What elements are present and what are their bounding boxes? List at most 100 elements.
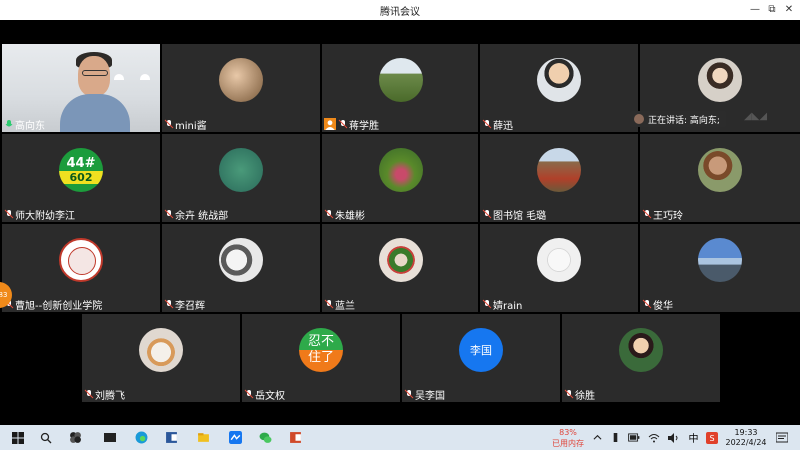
participant-name: 蒋学胜 bbox=[349, 120, 379, 132]
participant-namebar: 高向东 bbox=[4, 117, 45, 132]
participant-tile[interactable]: 刘腾飞 bbox=[82, 314, 240, 402]
avatar-photo bbox=[219, 238, 263, 282]
clock-date[interactable]: 2022/4/24 bbox=[720, 438, 772, 447]
volume-icon[interactable] bbox=[666, 430, 681, 445]
battery-icon[interactable] bbox=[626, 430, 641, 445]
mic-muted-icon bbox=[642, 209, 652, 219]
participant-tile[interactable]: 蓝兰 bbox=[322, 224, 478, 312]
avatar-text-bottom: 住了 bbox=[307, 350, 334, 365]
participant-tile[interactable]: 李召辉 bbox=[162, 224, 320, 312]
participant-name: 薛迅 bbox=[493, 120, 513, 132]
mic-muted-icon bbox=[4, 209, 14, 219]
participant-namebar: 徐胜 bbox=[564, 387, 595, 402]
windows-start-icon[interactable] bbox=[10, 430, 25, 445]
participant-namebar: 蒋学胜 bbox=[324, 117, 379, 132]
clock-time[interactable]: 19:33 bbox=[726, 428, 766, 437]
mic-muted-icon bbox=[324, 299, 334, 309]
avatar-text-top: 忍不 bbox=[307, 334, 334, 349]
participant-tile[interactable]: 余卉 统战部 bbox=[162, 134, 320, 222]
avatar-photo bbox=[698, 238, 742, 282]
avatar-photo bbox=[537, 148, 581, 192]
ime-indicator[interactable]: 中 bbox=[686, 430, 701, 445]
participant-tile[interactable]: 徐胜 bbox=[562, 314, 720, 402]
mic-muted-icon bbox=[404, 389, 414, 399]
participant-namebar: 图书馆 毛璐 bbox=[482, 207, 547, 222]
mic-on-icon bbox=[5, 120, 13, 127]
wechat-icon[interactable] bbox=[258, 430, 273, 445]
participant-tile[interactable]: mini酱 bbox=[162, 44, 320, 132]
participant-name: 图书馆 毛璐 bbox=[493, 210, 547, 222]
pinwheel-app-icon[interactable] bbox=[68, 430, 83, 445]
participant-name: 俊华 bbox=[653, 300, 673, 312]
avatar-initials: 李国 bbox=[459, 328, 503, 372]
participant-name: 师大附幼李江 bbox=[15, 210, 75, 222]
participant-tile[interactable]: 俊华 bbox=[640, 224, 800, 312]
memory-percent: 83% bbox=[559, 428, 577, 437]
participant-namebar: 王巧玲 bbox=[642, 207, 683, 222]
file-explorer-icon[interactable] bbox=[196, 430, 211, 445]
participant-tile[interactable]: 薛迅 bbox=[480, 44, 638, 132]
avatar-logo-seal bbox=[59, 238, 103, 282]
usb-device-icon[interactable] bbox=[608, 430, 623, 445]
participant-name: 高向东 bbox=[15, 120, 45, 132]
minimize-button[interactable]: — bbox=[747, 2, 763, 18]
search-icon[interactable] bbox=[38, 430, 53, 445]
taskbar: 83% 已用内存 中 S 19:33 2022/4/24 bbox=[0, 425, 800, 450]
participant-name: 李召辉 bbox=[175, 300, 205, 312]
avatar-photo bbox=[379, 238, 423, 282]
participant-tile[interactable]: 高向东 bbox=[2, 44, 160, 132]
video-person-head bbox=[78, 56, 110, 96]
mic-muted-icon bbox=[164, 209, 174, 219]
participant-tile[interactable]: 蒋学胜 bbox=[322, 44, 478, 132]
participant-tile[interactable]: 婧rain bbox=[480, 224, 638, 312]
mic-muted-icon bbox=[564, 389, 574, 399]
maximize-button[interactable]: ⧉ bbox=[764, 2, 780, 18]
participant-namebar: 师大附幼李江 bbox=[4, 207, 75, 222]
mic-muted-icon bbox=[482, 299, 492, 309]
avatar-text-top: 44# bbox=[66, 155, 96, 171]
participant-tile[interactable]: 李国 吴李国 bbox=[402, 314, 560, 402]
speaking-text: 正在讲话: 高向东; bbox=[648, 115, 720, 126]
participant-tile[interactable]: 朱雄彬 bbox=[322, 134, 478, 222]
participant-tile[interactable]: 图书馆 毛璐 bbox=[480, 134, 638, 222]
avatar-badge: 44# 602 bbox=[59, 148, 103, 192]
mic-muted-icon bbox=[164, 299, 174, 309]
participant-namebar: 蓝兰 bbox=[324, 297, 355, 312]
powerpoint-icon[interactable] bbox=[288, 430, 303, 445]
participant-name: 岳文权 bbox=[255, 390, 285, 402]
wifi-icon[interactable] bbox=[646, 430, 661, 445]
participant-tile[interactable]: 44# 602 师大附幼李江 bbox=[2, 134, 160, 222]
mic-muted-icon bbox=[84, 389, 94, 399]
close-button[interactable]: ✕ bbox=[781, 2, 797, 18]
participant-tile[interactable]: 王巧玲 bbox=[640, 134, 800, 222]
participant-tile[interactable]: 曹旭--创新创业学院 bbox=[2, 224, 160, 312]
participant-grid: 高向东 mini酱 蒋学胜 薛迅 44# 602 师大附幼李江 余卉 统战部 朱… bbox=[0, 20, 800, 422]
sogou-input-icon[interactable]: S bbox=[704, 430, 719, 445]
avatar-photo bbox=[219, 58, 263, 102]
speaking-indicator: 正在讲话: 高向东; bbox=[630, 111, 726, 127]
seal-inner bbox=[68, 247, 96, 275]
participant-namebar: 刘腾飞 bbox=[84, 387, 125, 402]
chevron-up-icon[interactable] bbox=[590, 430, 605, 445]
avatar-photo bbox=[698, 58, 742, 102]
mic-muted-icon bbox=[164, 119, 174, 129]
svg-text:S: S bbox=[709, 434, 714, 443]
participant-namebar: mini酱 bbox=[164, 117, 207, 132]
participant-namebar: 朱雄彬 bbox=[324, 207, 365, 222]
speaker-avatar-icon bbox=[634, 114, 644, 124]
participant-namebar: 吴李国 bbox=[404, 387, 445, 402]
avatar-photo bbox=[139, 328, 183, 372]
edge-browser-icon[interactable] bbox=[134, 430, 149, 445]
participant-namebar: 婧rain bbox=[482, 297, 522, 312]
participant-name: 朱雄彬 bbox=[335, 210, 365, 222]
notification-center-icon[interactable] bbox=[774, 430, 789, 445]
participant-tile[interactable]: 忍不 住了 岳文权 bbox=[242, 314, 400, 402]
avatar-badge: 忍不 住了 bbox=[299, 328, 343, 372]
audio-wave-icon: ◢◣◢ bbox=[744, 111, 768, 122]
task-view-icon[interactable] bbox=[102, 430, 117, 445]
word-icon[interactable] bbox=[164, 430, 179, 445]
avatar-photo bbox=[219, 148, 263, 192]
avatar-photo bbox=[379, 148, 423, 192]
participant-namebar: 俊华 bbox=[642, 297, 673, 312]
tencent-meeting-icon[interactable] bbox=[228, 430, 243, 445]
